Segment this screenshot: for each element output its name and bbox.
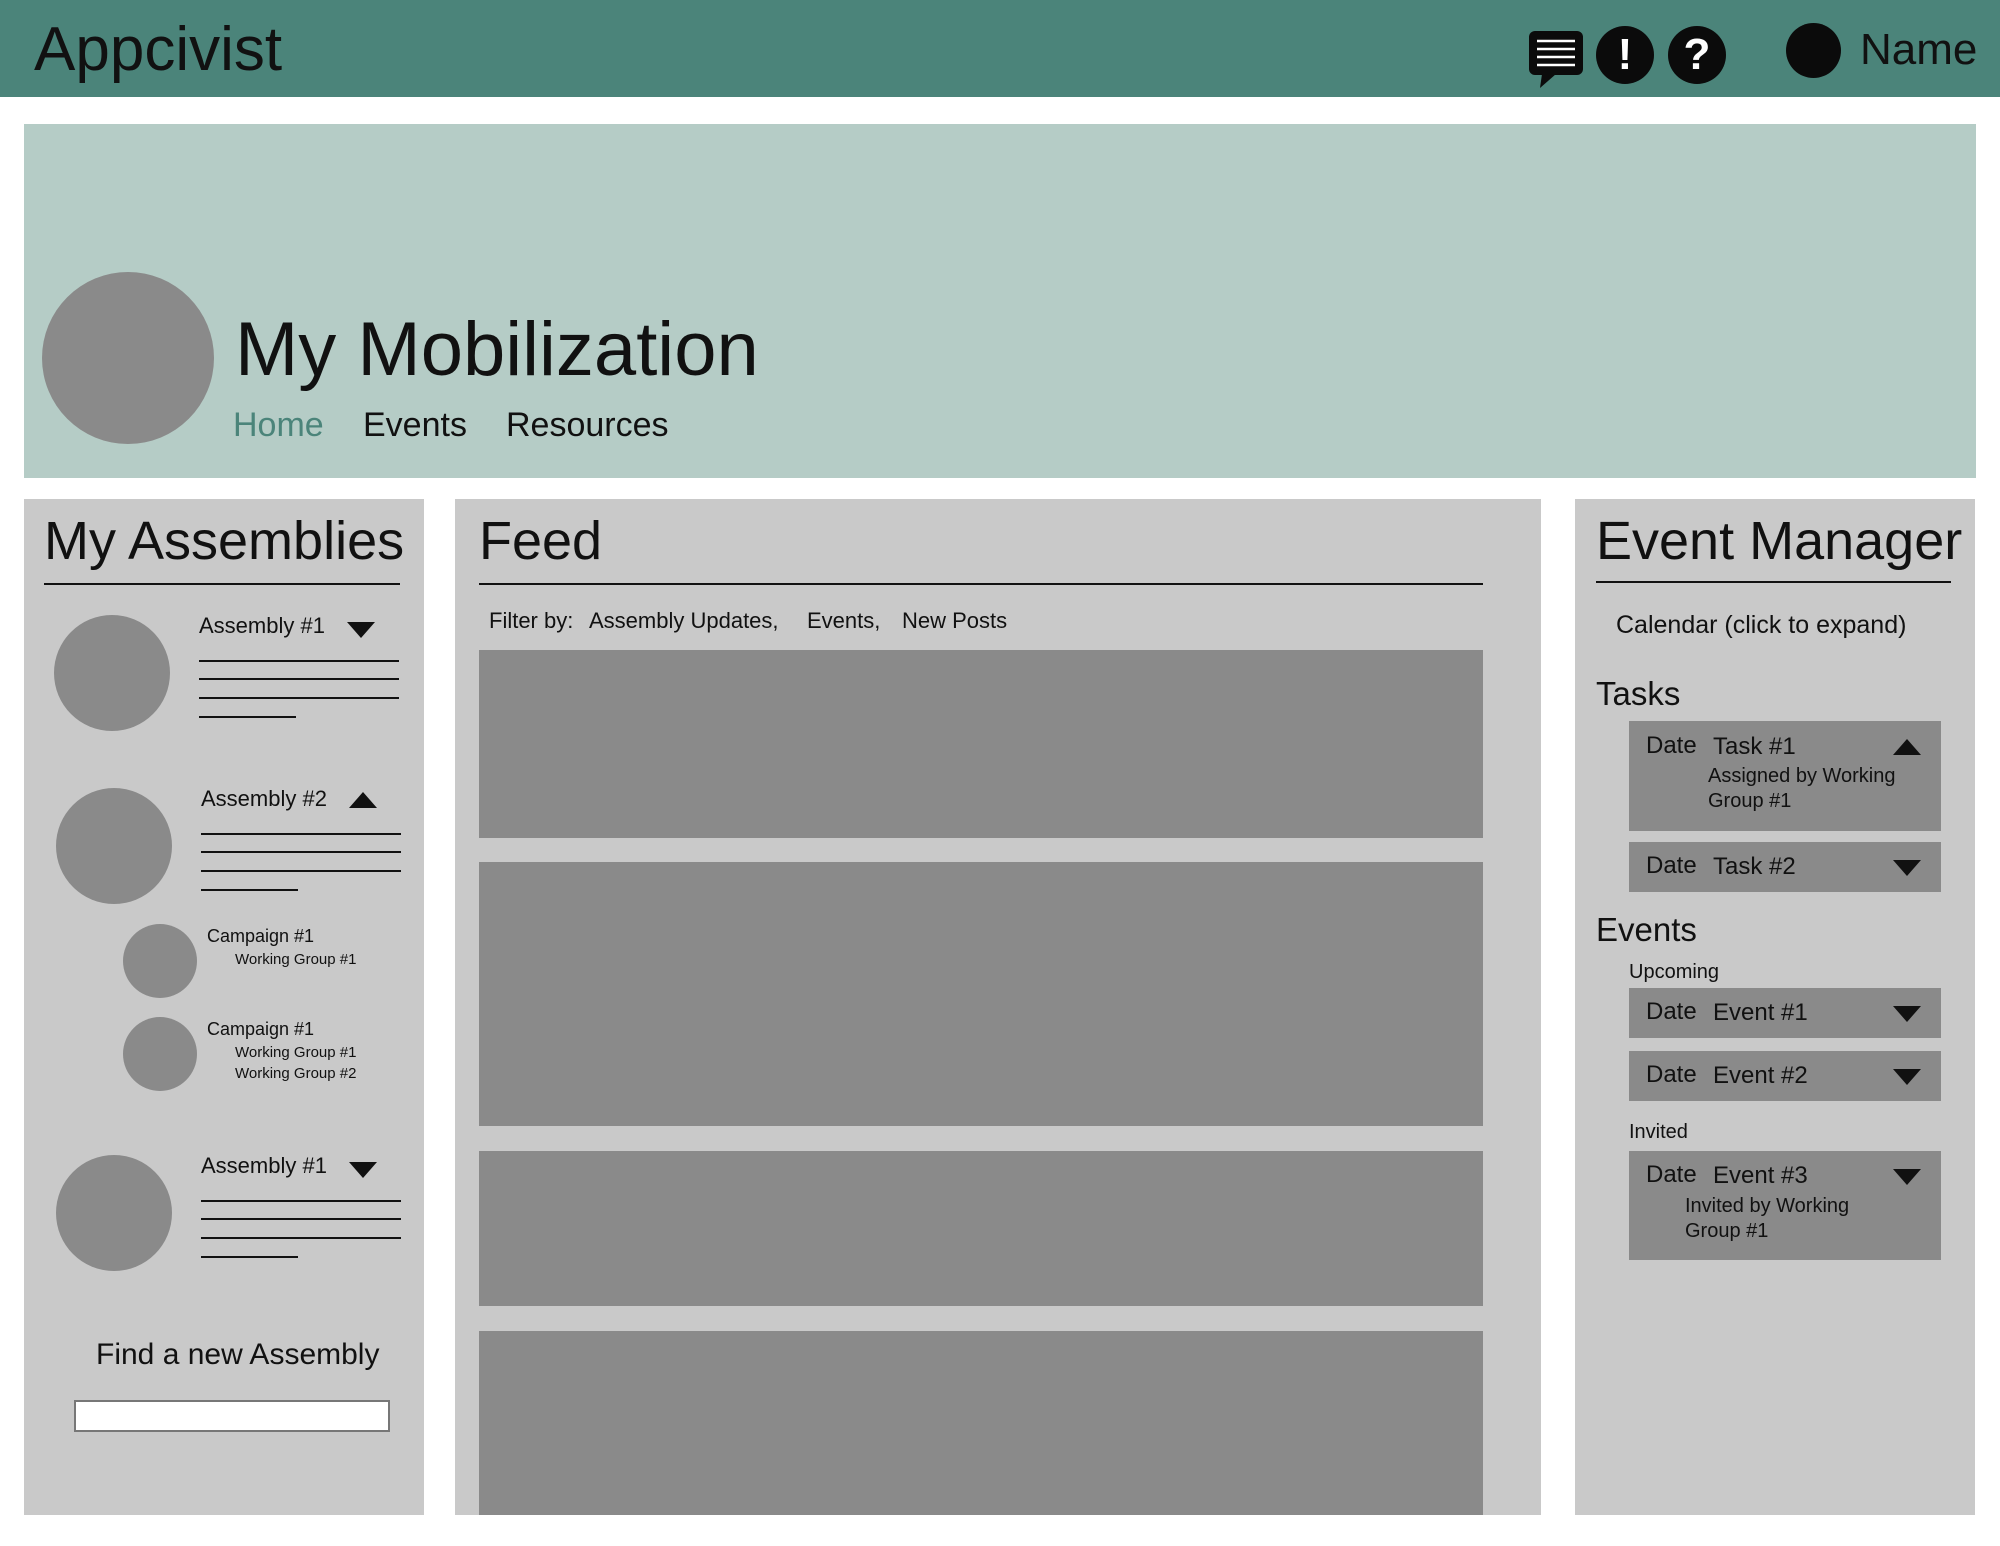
text-placeholder bbox=[201, 1237, 401, 1239]
feed-divider bbox=[479, 583, 1483, 585]
task-name: Task #1 bbox=[1713, 733, 1796, 760]
event-date: Date bbox=[1646, 1161, 1697, 1188]
app-title[interactable]: Appcivist bbox=[34, 12, 282, 88]
filter-assembly-updates[interactable]: Assembly Updates, bbox=[589, 608, 779, 634]
assembly-avatar[interactable] bbox=[56, 1155, 172, 1271]
event-manager-divider bbox=[1596, 581, 1951, 583]
text-placeholder bbox=[199, 660, 399, 662]
expand-assembly-icon[interactable] bbox=[349, 1162, 377, 1178]
task-date: Date bbox=[1646, 852, 1697, 879]
campaign-name[interactable]: Campaign #1 bbox=[207, 1019, 314, 1040]
invited-label: Invited bbox=[1629, 1121, 1688, 1143]
expand-assembly-icon[interactable] bbox=[347, 622, 375, 638]
tab-resources[interactable]: Resources bbox=[506, 403, 669, 447]
assembly-name[interactable]: Assembly #1 bbox=[199, 613, 325, 639]
expand-event-icon[interactable] bbox=[1893, 1069, 1921, 1085]
event-date: Date bbox=[1646, 1061, 1697, 1088]
upcoming-label: Upcoming bbox=[1629, 961, 1720, 983]
collapse-assembly-icon[interactable] bbox=[349, 792, 377, 808]
text-placeholder bbox=[201, 1218, 401, 1220]
assembly-name[interactable]: Assembly #2 bbox=[201, 786, 327, 812]
campaign-avatar[interactable] bbox=[123, 1017, 197, 1091]
user-name[interactable]: Name bbox=[1860, 22, 1977, 78]
feed-item[interactable] bbox=[479, 862, 1483, 1126]
assemblies-title: My Assemblies bbox=[44, 511, 405, 571]
expand-task-icon[interactable] bbox=[1893, 860, 1921, 876]
event-date: Date bbox=[1646, 998, 1697, 1025]
assembly-avatar[interactable] bbox=[56, 788, 172, 904]
expand-event-icon[interactable] bbox=[1893, 1169, 1921, 1185]
find-assembly-label: Find a new Assembly bbox=[96, 1338, 380, 1371]
feed-title: Feed bbox=[479, 511, 603, 571]
page-title: My Mobilization bbox=[235, 307, 759, 392]
collapse-task-icon[interactable] bbox=[1893, 739, 1921, 755]
alert-icon[interactable]: ! bbox=[1596, 26, 1654, 84]
task-name: Task #2 bbox=[1713, 853, 1796, 880]
task-date: Date bbox=[1646, 732, 1697, 759]
assembly-name[interactable]: Assembly #1 bbox=[201, 1153, 327, 1179]
feed-filter-label: Filter by: bbox=[489, 608, 574, 633]
event-name: Event #2 bbox=[1713, 1062, 1808, 1089]
find-assembly-input[interactable] bbox=[74, 1400, 390, 1432]
event-detail: Invited by Working Group #1 bbox=[1685, 1195, 1850, 1242]
expand-event-icon[interactable] bbox=[1893, 1006, 1921, 1022]
mobilization-avatar bbox=[42, 272, 214, 444]
feed-item[interactable] bbox=[479, 1331, 1483, 1515]
working-group-label[interactable]: Working Group #1 bbox=[235, 1044, 356, 1061]
event-name: Event #3 bbox=[1713, 1162, 1808, 1189]
text-placeholder bbox=[199, 678, 399, 680]
text-placeholder bbox=[201, 1200, 401, 1202]
event-manager-title: Event Manager bbox=[1596, 511, 1963, 571]
filter-events[interactable]: Events, bbox=[807, 608, 880, 634]
working-group-label[interactable]: Working Group #2 bbox=[235, 1065, 356, 1082]
feed-item[interactable] bbox=[479, 1151, 1483, 1306]
text-placeholder bbox=[199, 697, 399, 699]
text-placeholder bbox=[201, 833, 401, 835]
campaign-name[interactable]: Campaign #1 bbox=[207, 926, 314, 947]
chat-icon[interactable] bbox=[1528, 30, 1584, 90]
assembly-avatar[interactable] bbox=[54, 615, 170, 731]
text-placeholder bbox=[201, 851, 401, 853]
text-placeholder bbox=[201, 870, 401, 872]
campaign-avatar[interactable] bbox=[123, 924, 197, 998]
user-avatar[interactable] bbox=[1786, 23, 1841, 78]
calendar-link[interactable]: Calendar (click to expand) bbox=[1616, 611, 1906, 640]
tasks-heading: Tasks bbox=[1596, 675, 1681, 712]
tab-events[interactable]: Events bbox=[363, 403, 467, 447]
event-name: Event #1 bbox=[1713, 999, 1808, 1026]
help-icon[interactable]: ? bbox=[1668, 26, 1726, 84]
text-placeholder bbox=[199, 716, 296, 718]
feed-item[interactable] bbox=[479, 650, 1483, 838]
filter-new-posts[interactable]: New Posts bbox=[902, 608, 1007, 634]
text-placeholder bbox=[201, 1256, 298, 1258]
tab-home[interactable]: Home bbox=[233, 403, 324, 447]
working-group-label[interactable]: Working Group #1 bbox=[235, 951, 356, 968]
task-detail: Assigned by Working Group #1 bbox=[1708, 765, 1896, 812]
events-heading: Events bbox=[1596, 911, 1697, 948]
text-placeholder bbox=[201, 889, 298, 891]
assemblies-divider bbox=[44, 583, 400, 585]
